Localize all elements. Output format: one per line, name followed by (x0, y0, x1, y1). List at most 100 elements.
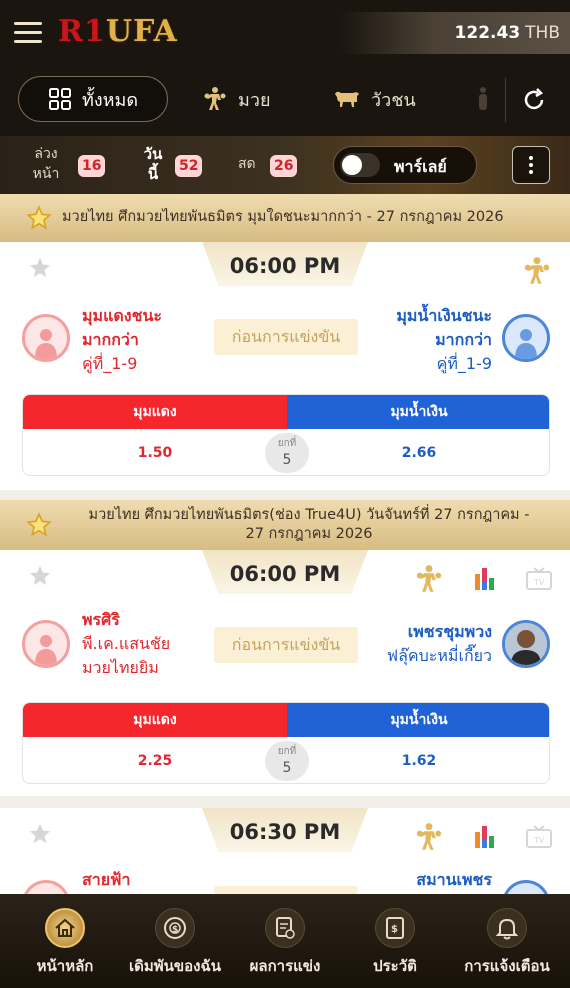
red-corner-name: พรศิริ พี.เค.แสนชัย มวยไทยยิม (82, 608, 170, 680)
red-corner-avatar (22, 620, 70, 668)
more-options-button[interactable] (512, 146, 550, 184)
match-card: 06:00 PM มุมแดงชนะ มากกว่า คู่ที่_1-9 ก่… (0, 242, 570, 490)
star-icon[interactable] (26, 205, 52, 231)
red-line2: มากกว่า (82, 330, 139, 349)
nav-my-bets-label: เดิมพันของฉัน (129, 957, 221, 975)
boxer-icon (416, 823, 442, 850)
stats-icon[interactable] (474, 824, 496, 850)
filter-live-count: 26 (270, 155, 298, 177)
filter-advance[interactable]: ล่วง หน้า (28, 144, 64, 184)
filter-bar: ล่วง หน้า 16 วัน นี้ 52 สด 26 พาร์เลย์ (0, 136, 570, 194)
match-status: ก่อนการแข่งขัน (214, 627, 358, 663)
svg-text:TV: TV (533, 836, 545, 845)
blue-corner-name: มุมน้ำเงินชนะ มากกว่า คู่ที่_1-9 (396, 304, 492, 376)
red-line1: พรศิริ (82, 610, 120, 629)
svg-text:TV: TV (533, 578, 545, 587)
filter-live[interactable]: สด (238, 154, 256, 174)
tab-more-faded[interactable] (476, 76, 490, 122)
match-time: 06:00 PM (229, 254, 341, 278)
divider (505, 78, 506, 122)
filter-advance-line2: หน้า (32, 166, 60, 182)
filter-today-line2: นี้ (147, 165, 159, 183)
tab-boxing-label: มวย (238, 89, 271, 111)
parlay-label: พาร์เลย์ (394, 157, 447, 176)
tab-boxing[interactable]: มวย (202, 76, 271, 122)
star-icon[interactable] (26, 512, 52, 538)
tab-bullfight-label: วัวชน (371, 89, 416, 111)
boxer-icon (524, 257, 550, 284)
card-icons (522, 256, 552, 286)
red-odds-button[interactable]: 2.25 (23, 737, 287, 783)
tab-all-label: ทั้งหมด (81, 89, 139, 111)
red-corner-name: มุมแดงชนะ มากกว่า คู่ที่_1-9 (82, 304, 162, 376)
logo-r1: R1 (58, 14, 106, 49)
tv-icon[interactable]: TV (526, 567, 552, 591)
blue-line3: คู่ที่_1-9 (436, 354, 492, 373)
card-icons: TV (414, 822, 552, 852)
favorite-star-icon[interactable] (28, 256, 52, 280)
red-line3: คู่ที่_1-9 (82, 354, 138, 373)
match-card: 06:00 PM TV พรศิริ พี.เค.แสนชัย มวยไทยยิ… (0, 550, 570, 796)
filter-advance-line1: ล่วง (34, 146, 58, 162)
nav-notifications[interactable]: การแจ้งเตือน (450, 908, 564, 978)
round-badge: ยกที่ 5 (265, 741, 309, 781)
blue-corner-name: เพชรชุมพวง ฟลุ๊คบะหมี่เกี๊ยว (387, 620, 492, 668)
menu-icon[interactable] (14, 22, 42, 44)
bull-icon (335, 91, 359, 107)
match-status: ก่อนการแข่งขัน (214, 319, 358, 355)
stats-icon[interactable] (474, 566, 496, 592)
parlay-toggle[interactable]: พาร์เลย์ (333, 146, 477, 184)
logo[interactable]: R1UFA (58, 14, 178, 49)
blue-corner-photo (502, 620, 550, 668)
filter-today-count: 52 (175, 155, 203, 177)
filter-today[interactable]: วัน นี้ (138, 144, 168, 184)
top-bar: R1UFA 122.43 THB (0, 0, 570, 66)
nav-results[interactable]: ผลการแข่ง (228, 908, 342, 978)
chip-icon: $ (155, 908, 195, 948)
home-icon (45, 908, 85, 948)
card-icons: TV (414, 564, 552, 594)
nav-notifications-label: การแจ้งเตือน (464, 957, 550, 975)
blue-odds-button[interactable]: 1.62 (287, 737, 549, 783)
blue-corner-name: สมานเพชร (416, 870, 492, 889)
boxer-silhouette-icon (35, 635, 57, 665)
balance-currency: THB (525, 23, 560, 43)
round-value: 5 (282, 760, 292, 776)
toggle-knob (340, 153, 380, 177)
nav-history-label: ประวัติ (373, 957, 417, 975)
svg-text:$: $ (172, 925, 178, 935)
league-header: มวยไทย ศึกมวยไทยพันธมิตร(ช่อง True4U) วั… (0, 500, 570, 550)
nav-home[interactable]: หน้าหลัก (8, 908, 122, 978)
match-time: 06:00 PM (229, 562, 341, 586)
match-card: 06:30 PM TV สายฟ้า สมานเพชร (0, 808, 570, 928)
boxer-silhouette-icon (515, 329, 537, 359)
red-corner-header: มุมแดง (23, 395, 287, 429)
balance-display: 122.43 THB (340, 12, 570, 54)
blue-odds-button[interactable]: 2.66 (287, 429, 549, 475)
blue-corner-header: มุมน้ำเงิน (287, 703, 549, 737)
boxer-faded-icon (479, 87, 487, 110)
league-title: มวยไทย ศึกมวยไทยพันธมิตร(ช่อง True4U) วั… (60, 506, 558, 544)
round-value: 5 (282, 452, 292, 468)
refresh-icon[interactable] (520, 86, 548, 114)
blue-line2: มากกว่า (435, 330, 492, 349)
nav-history[interactable]: $ ประวัติ (338, 908, 452, 978)
red-line2: พี.เค.แสนชัย (82, 634, 171, 653)
nav-my-bets[interactable]: $ เดิมพันของฉัน (118, 908, 232, 978)
league-title-line1: มวยไทย ศึกมวยไทยพันธมิตร(ช่อง True4U) วั… (88, 507, 530, 523)
odds-table: มุมแดง มุมน้ำเงิน 2.25 1.62 ยกที่ 5 (22, 702, 550, 784)
tab-bullfight[interactable]: วัวชน (333, 76, 416, 122)
league-title-line2: 27 กรกฎาคม 2026 (245, 526, 373, 542)
red-odds-button[interactable]: 1.50 (23, 429, 287, 475)
tv-icon[interactable]: TV (526, 825, 552, 849)
boxer-icon (416, 565, 442, 592)
favorite-star-icon[interactable] (28, 564, 52, 588)
match-status-partial (214, 886, 358, 894)
favorite-star-icon[interactable] (28, 822, 52, 846)
league-header: มวยไทย ศึกมวยไทยพันธมิตร มุมใดชนะมากกว่า… (0, 194, 570, 242)
grid-icon (48, 88, 71, 110)
tab-all[interactable]: ทั้งหมด (18, 76, 168, 122)
red-corner-avatar (22, 314, 70, 362)
history-icon: $ (375, 908, 415, 948)
red-corner-name: สายฟ้า (82, 870, 131, 889)
